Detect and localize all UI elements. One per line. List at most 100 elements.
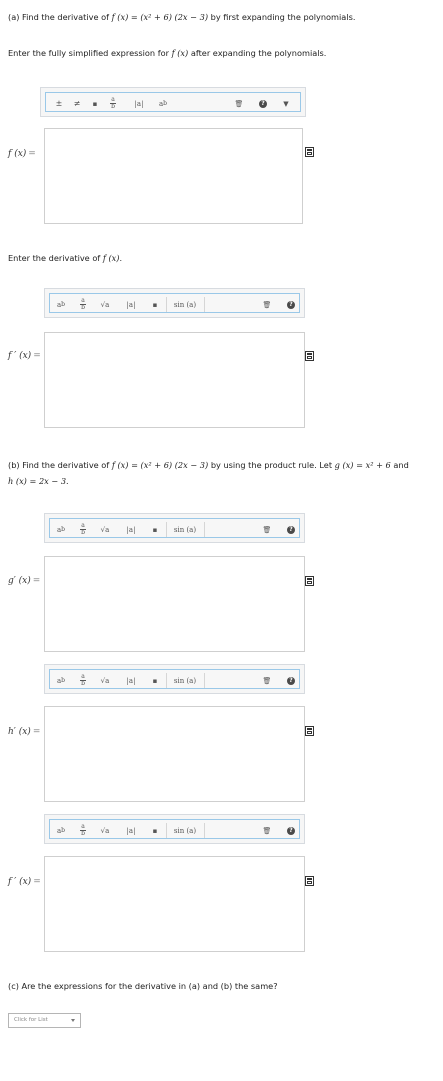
chevron-down-icon: [71, 1019, 75, 1022]
f-prime-label-text: f ′ (x): [8, 351, 32, 361]
fx-short-math-2: f (x): [102, 253, 120, 263]
variable-x-icon[interactable]: ▪: [148, 823, 162, 838]
sin-icon[interactable]: sin (a): [170, 673, 200, 688]
fraction-icon[interactable]: ab: [106, 96, 120, 111]
keyboard-icon[interactable]: [305, 876, 314, 886]
fraction-icon[interactable]: ab: [76, 297, 90, 312]
math-toolbar-5: ab ab √a |a| ▪ sin (a) 🗑 ?: [44, 814, 305, 844]
equals-sign: =: [28, 149, 36, 159]
fx-short-math: f (x): [171, 48, 189, 58]
expr-math-b: (x² + 6) (2x − 3): [140, 460, 209, 470]
equals-sign: =: [32, 576, 41, 586]
sqrt-icon[interactable]: √a: [98, 823, 112, 838]
keyboard-icon[interactable]: [305, 147, 314, 157]
fraction-icon[interactable]: ab: [76, 823, 90, 838]
trash-icon[interactable]: 🗑: [260, 297, 274, 312]
toolbar-4-inner: ab ab √a |a| ▪ sin (a) 🗑 ?: [49, 669, 300, 689]
h-prime-label: h′ (x) =: [8, 727, 40, 737]
keyboard-icon[interactable]: [305, 726, 314, 736]
not-equal-icon[interactable]: ≠: [70, 96, 84, 111]
answer-field-g-prime[interactable]: [44, 556, 305, 652]
absolute-value-icon[interactable]: |a|: [131, 96, 147, 111]
answer-dropdown[interactable]: Click for List: [8, 1013, 81, 1028]
sqrt-icon[interactable]: √a: [98, 297, 112, 312]
variable-x-icon[interactable]: ▪: [88, 96, 102, 111]
toolbar-divider: [166, 297, 167, 312]
part-a-prompt-suffix: by first expanding the polynomials.: [210, 12, 356, 22]
toolbar-divider: [166, 673, 167, 688]
trash-icon[interactable]: 🗑: [232, 96, 246, 111]
answer-field-f[interactable]: [44, 128, 303, 224]
help-icon[interactable]: ?: [284, 823, 298, 838]
keyboard-icon[interactable]: [305, 351, 314, 361]
dropdown-placeholder: Click for List: [14, 1017, 48, 1023]
fx-math-b: f (x) =: [111, 460, 138, 470]
expand-instruction-suffix: after expanding the polynomials.: [190, 48, 327, 58]
toolbar-divider: [204, 297, 205, 312]
fx-math: f (x) =: [111, 12, 138, 22]
variable-x-icon[interactable]: ▪: [148, 673, 162, 688]
answer-field-h-prime[interactable]: [44, 706, 305, 802]
g-prime-label-text: g′ (x): [8, 576, 31, 586]
variable-x-icon[interactable]: ▪: [148, 522, 162, 537]
toolbar-divider: [166, 823, 167, 838]
sqrt-icon[interactable]: √a: [98, 673, 112, 688]
toolbar-divider: [204, 522, 205, 537]
sin-icon[interactable]: sin (a): [170, 823, 200, 838]
g-prime-label: g′ (x) =: [8, 576, 40, 586]
trash-icon[interactable]: 🗑: [260, 823, 274, 838]
trash-icon[interactable]: 🗑: [260, 673, 274, 688]
exponent-icon[interactable]: ab: [156, 96, 170, 111]
help-icon[interactable]: ?: [284, 297, 298, 312]
answer-field-f-prime-b[interactable]: [44, 856, 305, 952]
trash-icon[interactable]: 🗑: [260, 522, 274, 537]
exponent-icon[interactable]: ab: [54, 673, 68, 688]
fraction-icon[interactable]: ab: [76, 673, 90, 688]
exponent-icon[interactable]: ab: [54, 522, 68, 537]
sin-icon[interactable]: sin (a): [170, 297, 200, 312]
f-label-text: f (x): [8, 149, 27, 159]
sqrt-icon[interactable]: √a: [98, 522, 112, 537]
absolute-value-icon[interactable]: |a|: [124, 297, 138, 312]
fraction-icon[interactable]: ab: [76, 522, 90, 537]
toolbar-2-inner: ab ab √a |a| ▪ sin (a) 🗑 ?: [49, 293, 300, 313]
absolute-value-icon[interactable]: |a|: [124, 522, 138, 537]
sin-icon[interactable]: sin (a): [170, 522, 200, 537]
f-prime-label-b-text: f ′ (x): [8, 877, 32, 887]
toolbar-divider: [204, 823, 205, 838]
math-toolbar-1: ± ≠ ▪ ab |a| ab 🗑 ? ▼: [40, 87, 306, 117]
exponent-icon[interactable]: ab: [54, 823, 68, 838]
part-b-prompt-middle: by using the product rule. Let: [210, 460, 333, 470]
help-icon[interactable]: ?: [256, 96, 270, 111]
plus-minus-icon[interactable]: ±: [52, 96, 66, 111]
hx-math: h (x) = 2x − 3.: [8, 476, 69, 486]
exponent-icon[interactable]: ab: [54, 297, 68, 312]
equals-sign: =: [32, 727, 41, 737]
part-a-prompt-text: (a) Find the derivative of: [8, 12, 110, 22]
absolute-value-icon[interactable]: |a|: [124, 823, 138, 838]
toolbar-divider: [204, 673, 205, 688]
f-prime-label-b: f ′ (x) =: [8, 877, 41, 887]
part-a-expand-instruction: Enter the fully simplified expression fo…: [8, 48, 326, 58]
f-label: f (x) =: [8, 149, 36, 159]
toolbar-5-inner: ab ab √a |a| ▪ sin (a) 🗑 ?: [49, 819, 300, 839]
toolbar-1-inner: ± ≠ ▪ ab |a| ab 🗑 ? ▼: [45, 92, 301, 112]
variable-x-icon[interactable]: ▪: [148, 297, 162, 312]
answer-field-f-prime[interactable]: [44, 332, 305, 428]
toolbar-divider: [166, 522, 167, 537]
gx-math: g (x) = x² + 6: [334, 460, 391, 470]
f-prime-label: f ′ (x) =: [8, 351, 41, 361]
absolute-value-icon[interactable]: |a|: [124, 673, 138, 688]
toolbar-3-inner: ab ab √a |a| ▪ sin (a) 🗑 ?: [49, 518, 300, 538]
math-toolbar-2: ab ab √a |a| ▪ sin (a) 🗑 ?: [44, 288, 305, 318]
chevron-down-icon[interactable]: ▼: [279, 96, 293, 111]
help-icon[interactable]: ?: [284, 522, 298, 537]
equals-sign: =: [33, 877, 41, 887]
expr-math: (x² + 6) (2x − 3): [140, 12, 209, 22]
keyboard-icon[interactable]: [305, 576, 314, 586]
part-a-prompt: (a) Find the derivative of f (x) = (x² +…: [8, 12, 355, 22]
help-icon[interactable]: ?: [284, 673, 298, 688]
part-a-derivative-instruction: Enter the derivative of f (x).: [8, 253, 123, 263]
derivative-instruction-text: Enter the derivative of: [8, 253, 101, 263]
part-b-prompt-text: (b) Find the derivative of: [8, 460, 110, 470]
